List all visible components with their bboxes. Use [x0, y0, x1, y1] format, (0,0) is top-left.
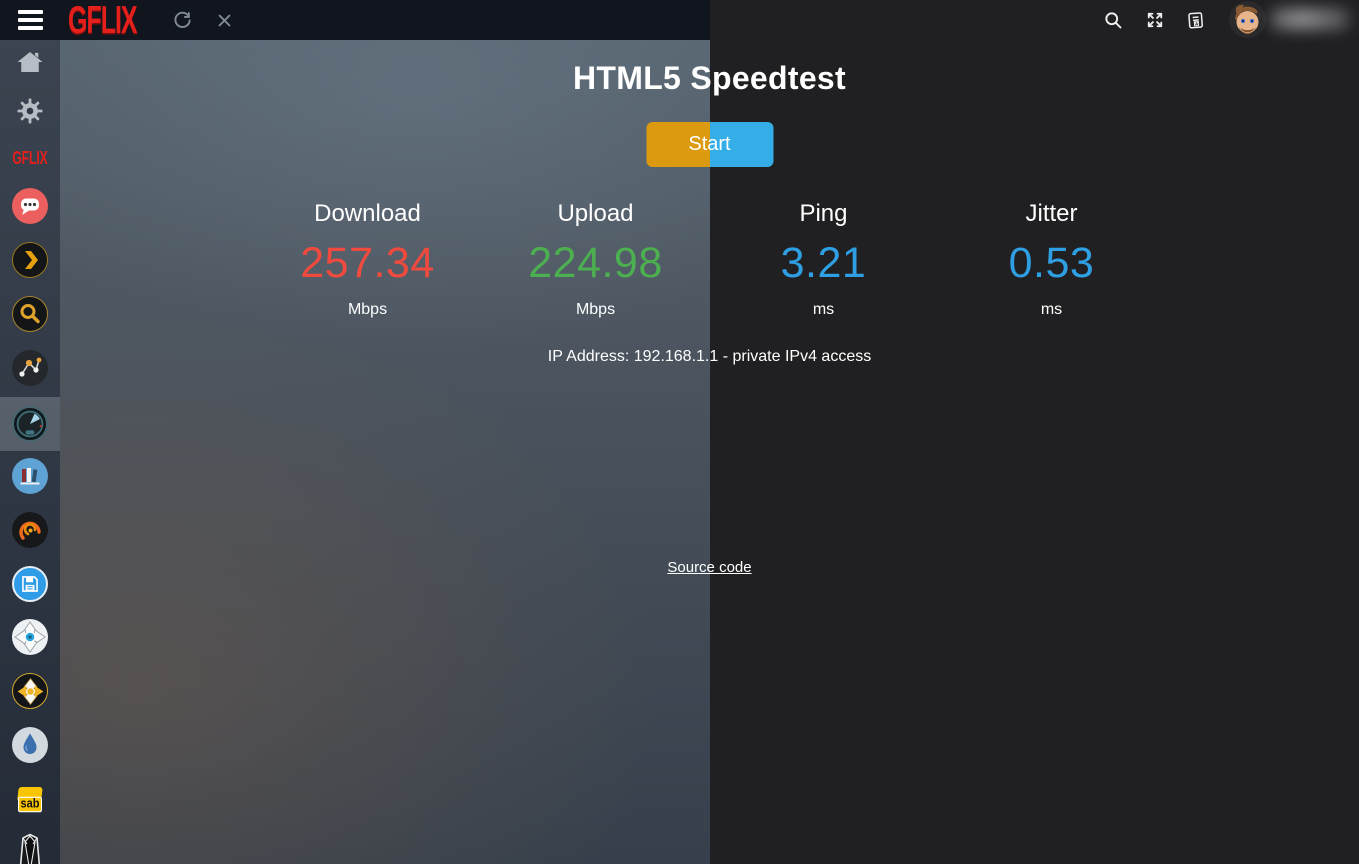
sidebar-item-grafana[interactable] — [0, 503, 60, 557]
sidebar-item-deluge[interactable] — [0, 718, 60, 772]
metric-value: 257.34 — [254, 242, 482, 285]
sidebar-item-library[interactable] — [0, 449, 60, 503]
sidebar-item-plex[interactable] — [0, 233, 60, 287]
metric-unit: Mbps — [482, 301, 710, 319]
metric-ping: Ping 3.21 ms — [710, 200, 938, 319]
sidebar-item-sabnzbd[interactable]: sab — [0, 772, 60, 826]
brand-logo[interactable]: GFLIX — [68, 0, 137, 44]
sidebar-item-jackett[interactable] — [0, 826, 60, 864]
sidebar-item-search-indexer[interactable] — [0, 287, 60, 341]
metric-label: Upload — [482, 200, 710, 228]
search-indexer-icon — [12, 296, 48, 332]
refresh-icon[interactable] — [171, 9, 193, 31]
metric-value: 0.53 — [938, 242, 1166, 285]
tautulli-icon — [12, 350, 48, 386]
start-button[interactable]: Start — [646, 122, 773, 167]
deluge-water-drop-icon — [12, 727, 48, 763]
chat-icon — [12, 188, 48, 224]
username-redacted[interactable] — [1270, 8, 1350, 30]
sidebar-item-tautulli[interactable] — [0, 341, 60, 395]
close-icon[interactable] — [213, 9, 235, 31]
metric-label: Jitter — [938, 200, 1166, 228]
app-sidebar: GFLIX — [0, 40, 60, 864]
metrics-row: Download 257.34 Mbps Upload 224.98 Mbps … — [254, 200, 1166, 319]
fullscreen-icon[interactable] — [1144, 9, 1166, 31]
source-code-link[interactable]: Source code — [667, 559, 751, 576]
search-icon[interactable] — [1102, 9, 1124, 31]
sidebar-item-settings[interactable] — [0, 84, 60, 138]
sidebar-item-home[interactable] — [0, 40, 60, 89]
speedtest-panel: HTML5 Speedtest Start Download 257.34 Mb… — [60, 40, 1359, 864]
gear-icon — [15, 96, 45, 126]
news-icon[interactable]: A — [1185, 9, 1207, 31]
library-books-icon — [12, 458, 48, 494]
metric-unit: ms — [710, 301, 938, 319]
metric-label: Download — [254, 200, 482, 228]
main-content: HTML5 Speedtest Start Download 257.34 Mb… — [60, 40, 1359, 864]
sidebar-item-backup[interactable] — [0, 557, 60, 611]
metric-label: Ping — [710, 200, 938, 228]
floppy-disk-icon — [12, 566, 48, 602]
grafana-icon — [12, 512, 48, 548]
sidebar-item-chat[interactable] — [0, 179, 60, 233]
hamburger-menu-icon[interactable] — [18, 10, 43, 30]
sidebar-item-radarr[interactable] — [0, 664, 60, 718]
page-title: HTML5 Speedtest — [60, 60, 1359, 97]
sidebar-item-speedtest[interactable] — [0, 397, 60, 451]
metric-value: 224.98 — [482, 242, 710, 285]
top-bar: GFLIX A — [0, 0, 1359, 40]
metric-unit: ms — [938, 301, 1166, 319]
radarr-icon — [12, 673, 48, 709]
user-avatar[interactable] — [1229, 1, 1266, 38]
plex-icon — [12, 242, 48, 278]
ip-address-line: IP Address: 192.168.1.1 - private IPv4 a… — [60, 348, 1359, 366]
jackett-jacket-icon — [11, 832, 49, 864]
metric-upload: Upload 224.98 Mbps — [482, 200, 710, 319]
metric-value: 3.21 — [710, 242, 938, 285]
sonarr-icon — [12, 619, 48, 655]
gflix-icon: GFLIX — [12, 148, 47, 169]
metric-unit: Mbps — [254, 301, 482, 319]
metric-jitter: Jitter 0.53 ms — [938, 200, 1166, 319]
sabnzbd-icon: sab — [18, 787, 43, 811]
home-icon — [15, 47, 45, 77]
source-code-link-row: Source code — [60, 559, 1359, 576]
metric-download: Download 257.34 Mbps — [254, 200, 482, 319]
sidebar-item-sonarr[interactable] — [0, 610, 60, 664]
speedtest-gauge-icon — [12, 406, 48, 442]
sidebar-item-gflix[interactable]: GFLIX — [0, 131, 60, 185]
